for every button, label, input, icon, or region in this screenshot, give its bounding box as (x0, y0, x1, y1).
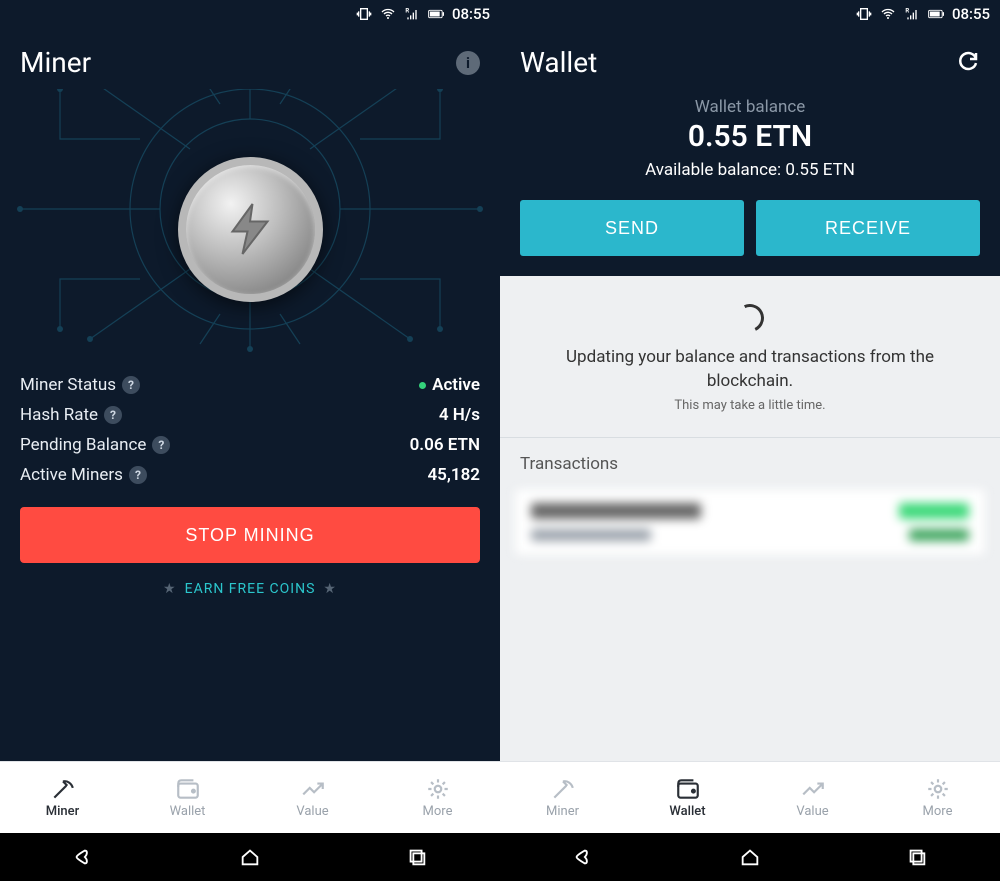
updating-message: Updating your balance and transactions f… (530, 346, 970, 394)
back-icon[interactable] (72, 846, 94, 868)
phone-miner: R 08:55 Miner i (0, 0, 500, 881)
page-title: Wallet (520, 46, 597, 79)
wifi-icon (880, 6, 896, 22)
lightning-icon (220, 199, 280, 259)
star-icon: ★ (323, 581, 337, 597)
phone-wallet: R 08:55 Wallet Wallet balance 0.55 ETN A… (500, 0, 1000, 881)
gear-icon (925, 776, 951, 802)
gear-icon (425, 776, 451, 802)
android-nav-bar (500, 833, 1000, 881)
vibrate-icon (856, 6, 872, 22)
wallet-icon (175, 776, 201, 802)
roaming-signal-icon: R (404, 6, 420, 22)
stat-row-activeminers: Active Miners? 45,182 (20, 465, 480, 485)
tab-more[interactable]: More (875, 776, 1000, 819)
earn-free-coins-link[interactable]: ★ EARN FREE COINS ★ (20, 581, 480, 597)
tab-bar: Miner Wallet Value More (0, 761, 500, 833)
trend-icon (800, 776, 826, 802)
balance-label: Wallet balance (520, 97, 980, 117)
updating-panel: Updating your balance and transactions f… (500, 276, 1000, 438)
stat-row-hashrate: Hash Rate? 4 H/s (20, 405, 480, 425)
info-icon[interactable]: i (456, 51, 480, 75)
android-nav-bar (0, 833, 500, 881)
wallet-balance-panel: Wallet balance 0.55 ETN Available balanc… (500, 89, 1000, 276)
stat-row-status: Miner Status? Active (20, 375, 480, 395)
wallet-header: Wallet (500, 28, 1000, 89)
electroneum-coin-icon (178, 157, 323, 302)
tab-more[interactable]: More (375, 776, 500, 819)
tab-miner[interactable]: Miner (500, 776, 625, 819)
stat-row-pending: Pending Balance? 0.06 ETN (20, 435, 480, 455)
refresh-icon[interactable] (956, 49, 980, 77)
help-icon[interactable]: ? (129, 466, 147, 484)
wifi-icon (380, 6, 396, 22)
coin-visual (20, 89, 480, 369)
miner-content: Miner Status? Active Hash Rate? 4 H/s Pe… (0, 89, 500, 761)
battery-icon (428, 6, 444, 22)
roaming-signal-icon: R (904, 6, 920, 22)
status-bar: R 08:55 (0, 0, 500, 28)
tab-miner[interactable]: Miner (0, 776, 125, 819)
tab-value[interactable]: Value (750, 776, 875, 819)
wallet-body: Updating your balance and transactions f… (500, 276, 1000, 761)
tab-bar: Miner Wallet Value More (500, 761, 1000, 833)
recent-apps-icon[interactable] (406, 846, 428, 868)
spinner-icon (732, 300, 768, 336)
back-icon[interactable] (572, 846, 594, 868)
tab-wallet[interactable]: Wallet (125, 776, 250, 819)
status-bar: R 08:55 (500, 0, 1000, 28)
home-icon[interactable] (239, 846, 261, 868)
status-clock: 08:55 (452, 5, 490, 23)
wallet-icon (675, 776, 701, 802)
recent-apps-icon[interactable] (906, 846, 928, 868)
tab-wallet[interactable]: Wallet (625, 776, 750, 819)
help-icon[interactable]: ? (122, 376, 140, 394)
status-clock: 08:55 (952, 5, 990, 23)
miner-stats: Miner Status? Active Hash Rate? 4 H/s Pe… (20, 375, 480, 485)
page-title: Miner (20, 46, 91, 79)
status-dot-icon (419, 382, 426, 389)
updating-sub-message: This may take a little time. (530, 398, 970, 413)
transactions-header: Transactions (500, 438, 1000, 484)
battery-icon (928, 6, 944, 22)
trend-icon (300, 776, 326, 802)
help-icon[interactable]: ? (104, 406, 122, 424)
vibrate-icon (356, 6, 372, 22)
send-button[interactable]: SEND (520, 200, 744, 256)
home-icon[interactable] (739, 846, 761, 868)
miner-header: Miner i (0, 28, 500, 89)
pickaxe-icon (550, 776, 576, 802)
balance-value: 0.55 ETN (520, 119, 980, 154)
star-icon: ★ (163, 581, 177, 597)
receive-button[interactable]: RECEIVE (756, 200, 980, 256)
pickaxe-icon (50, 776, 76, 802)
transaction-item[interactable] (514, 488, 986, 556)
available-balance: Available balance: 0.55 ETN (520, 160, 980, 180)
svg-text:R: R (405, 8, 409, 15)
stop-mining-button[interactable]: STOP MINING (20, 507, 480, 563)
svg-text:R: R (905, 8, 909, 15)
tab-value[interactable]: Value (250, 776, 375, 819)
help-icon[interactable]: ? (152, 436, 170, 454)
